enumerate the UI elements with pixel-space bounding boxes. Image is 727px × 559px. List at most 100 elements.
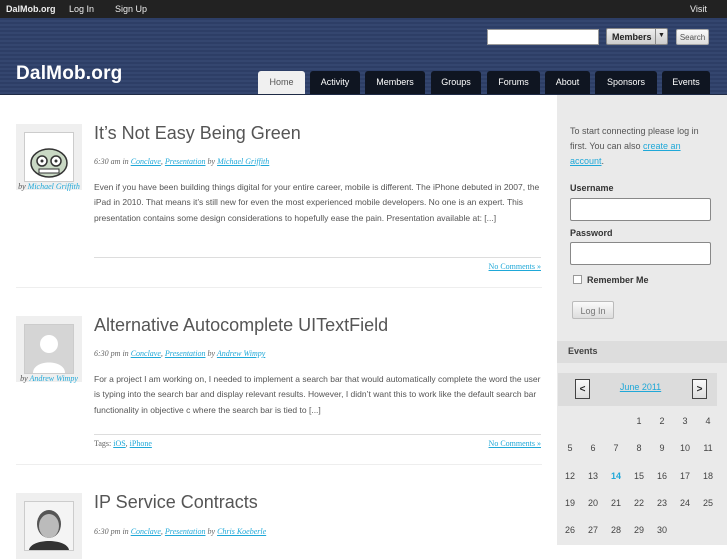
password-field[interactable]: [570, 242, 711, 265]
calendar-day[interactable]: 18: [697, 471, 719, 481]
search-scope-value: Members: [612, 32, 652, 42]
calendar-day[interactable]: 16: [651, 471, 673, 481]
calendar-nav: < June 2011 >: [558, 373, 717, 406]
category-link[interactable]: Presentation: [165, 527, 206, 536]
post-meta-in: in: [122, 527, 129, 536]
site-title[interactable]: DalMob.org: [16, 63, 123, 85]
calendar-day[interactable]: 26: [559, 525, 581, 535]
username-label: Username: [570, 183, 614, 193]
post-divider: [16, 464, 542, 465]
author-link[interactable]: Andrew Wimpy: [217, 349, 265, 358]
calendar-day[interactable]: 21: [605, 498, 627, 508]
tab-events[interactable]: Events: [662, 71, 710, 94]
comments-link[interactable]: No Comments »: [489, 439, 541, 448]
login-intro: To start connecting please log in first.…: [570, 124, 715, 169]
calendar-day[interactable]: 19: [559, 498, 581, 508]
adminbar-site-link[interactable]: DalMob.org: [6, 4, 56, 14]
calendar-day[interactable]: 11: [697, 443, 719, 453]
calendar-day[interactable]: 29: [628, 525, 650, 535]
author-photo-icon: [25, 502, 73, 550]
tab-about[interactable]: About: [545, 71, 590, 94]
calendar-day[interactable]: 10: [674, 443, 696, 453]
calendar-day[interactable]: 8: [628, 443, 650, 453]
category-link[interactable]: Conclave: [131, 527, 161, 536]
login-button[interactable]: Log In: [572, 301, 614, 319]
calendar-day[interactable]: 9: [651, 443, 673, 453]
category-link[interactable]: Conclave: [131, 157, 161, 166]
post-excerpt: For a project I am working on, I needed …: [94, 374, 541, 415]
byline-author-link[interactable]: Andrew Wimpy: [30, 374, 78, 383]
password-label: Password: [570, 228, 613, 238]
post-byline: by Andrew Wimpy: [18, 371, 80, 386]
search-scope-select[interactable]: Members ▼: [606, 28, 668, 45]
calendar-day[interactable]: 28: [605, 525, 627, 535]
default-user-icon: [25, 325, 73, 373]
post-title[interactable]: IP Service Contracts: [94, 492, 258, 513]
adminbar-visit-menu[interactable]: Visit: [690, 4, 707, 14]
tab-forums[interactable]: Forums: [487, 71, 540, 94]
post-footer: Tags: iOS, iPhone No Comments »: [94, 434, 541, 454]
post-byline: by Michael Griffith: [18, 179, 80, 194]
tab-sponsors[interactable]: Sponsors: [595, 71, 657, 94]
calendar-day-today[interactable]: 14: [605, 471, 627, 481]
byline-by: by: [18, 182, 26, 191]
post-time: 6:30 pm: [94, 349, 121, 358]
calendar-day[interactable]: 27: [582, 525, 604, 535]
comments-link[interactable]: No Comments »: [489, 262, 541, 271]
calendar-day[interactable]: 25: [697, 498, 719, 508]
post-meta-by: by: [207, 157, 216, 166]
author-avatar-frame: [16, 493, 82, 559]
calendar-day[interactable]: 22: [628, 498, 650, 508]
calendar-day[interactable]: 24: [674, 498, 696, 508]
calendar-day[interactable]: 6: [582, 443, 604, 453]
calendar-day[interactable]: 17: [674, 471, 696, 481]
adminbar-login-link[interactable]: Log In: [69, 4, 94, 14]
tab-groups[interactable]: Groups: [431, 71, 481, 94]
tags-label: Tags:: [94, 439, 112, 448]
byline-author-link[interactable]: Michael Griffith: [28, 182, 80, 191]
calendar-day[interactable]: 4: [697, 416, 719, 426]
calendar-day[interactable]: 3: [674, 416, 696, 426]
author-link[interactable]: Michael Griffith: [217, 157, 269, 166]
category-link[interactable]: Presentation: [165, 349, 206, 358]
post-time: 6:30 pm: [94, 527, 121, 536]
calendar-day[interactable]: 13: [582, 471, 604, 481]
tab-activity[interactable]: Activity: [310, 71, 360, 94]
post-meta-in: in: [122, 157, 129, 166]
tag-link[interactable]: iPhone: [130, 439, 152, 448]
avatar[interactable]: [24, 501, 74, 551]
calendar-day[interactable]: 12: [559, 471, 581, 481]
adminbar-signup-link[interactable]: Sign Up: [115, 4, 147, 14]
category-link[interactable]: Conclave: [131, 349, 161, 358]
avatar[interactable]: [24, 132, 74, 182]
search-button[interactable]: Search: [676, 29, 709, 45]
login-intro-end: .: [601, 156, 605, 166]
calendar-next-button[interactable]: >: [692, 379, 707, 399]
search-input[interactable]: [487, 29, 599, 45]
username-field[interactable]: [570, 198, 711, 221]
calendar-day[interactable]: 23: [651, 498, 673, 508]
calendar-day[interactable]: 1: [628, 416, 650, 426]
avatar[interactable]: [24, 324, 74, 374]
post-meta-by: by: [207, 349, 216, 358]
remember-me-checkbox[interactable]: [573, 275, 582, 284]
sidebar: To start connecting please log in first.…: [557, 95, 727, 545]
tab-home[interactable]: Home: [258, 71, 305, 94]
tab-members[interactable]: Members: [365, 71, 425, 94]
post-footer: No Comments »: [94, 257, 541, 277]
calendar-day[interactable]: 15: [628, 471, 650, 481]
calendar-day[interactable]: 7: [605, 443, 627, 453]
robot-avatar-icon: [25, 133, 73, 181]
post-title[interactable]: Alternative Autocomplete UITextField: [94, 315, 388, 336]
category-link[interactable]: Presentation: [165, 157, 206, 166]
calendar-day[interactable]: 20: [582, 498, 604, 508]
post-meta-by: by: [207, 527, 216, 536]
author-link[interactable]: Chris Koeberle: [217, 527, 266, 536]
tag-link[interactable]: iOS: [113, 439, 125, 448]
post-excerpt: Even if you have been building things di…: [94, 182, 540, 223]
calendar-day[interactable]: 5: [559, 443, 581, 453]
calendar-day[interactable]: 30: [651, 525, 673, 535]
post-meta: 6:30 am in Conclave, Presentation by Mic…: [94, 157, 270, 166]
calendar-day[interactable]: 2: [651, 416, 673, 426]
post-title[interactable]: It’s Not Easy Being Green: [94, 123, 301, 144]
